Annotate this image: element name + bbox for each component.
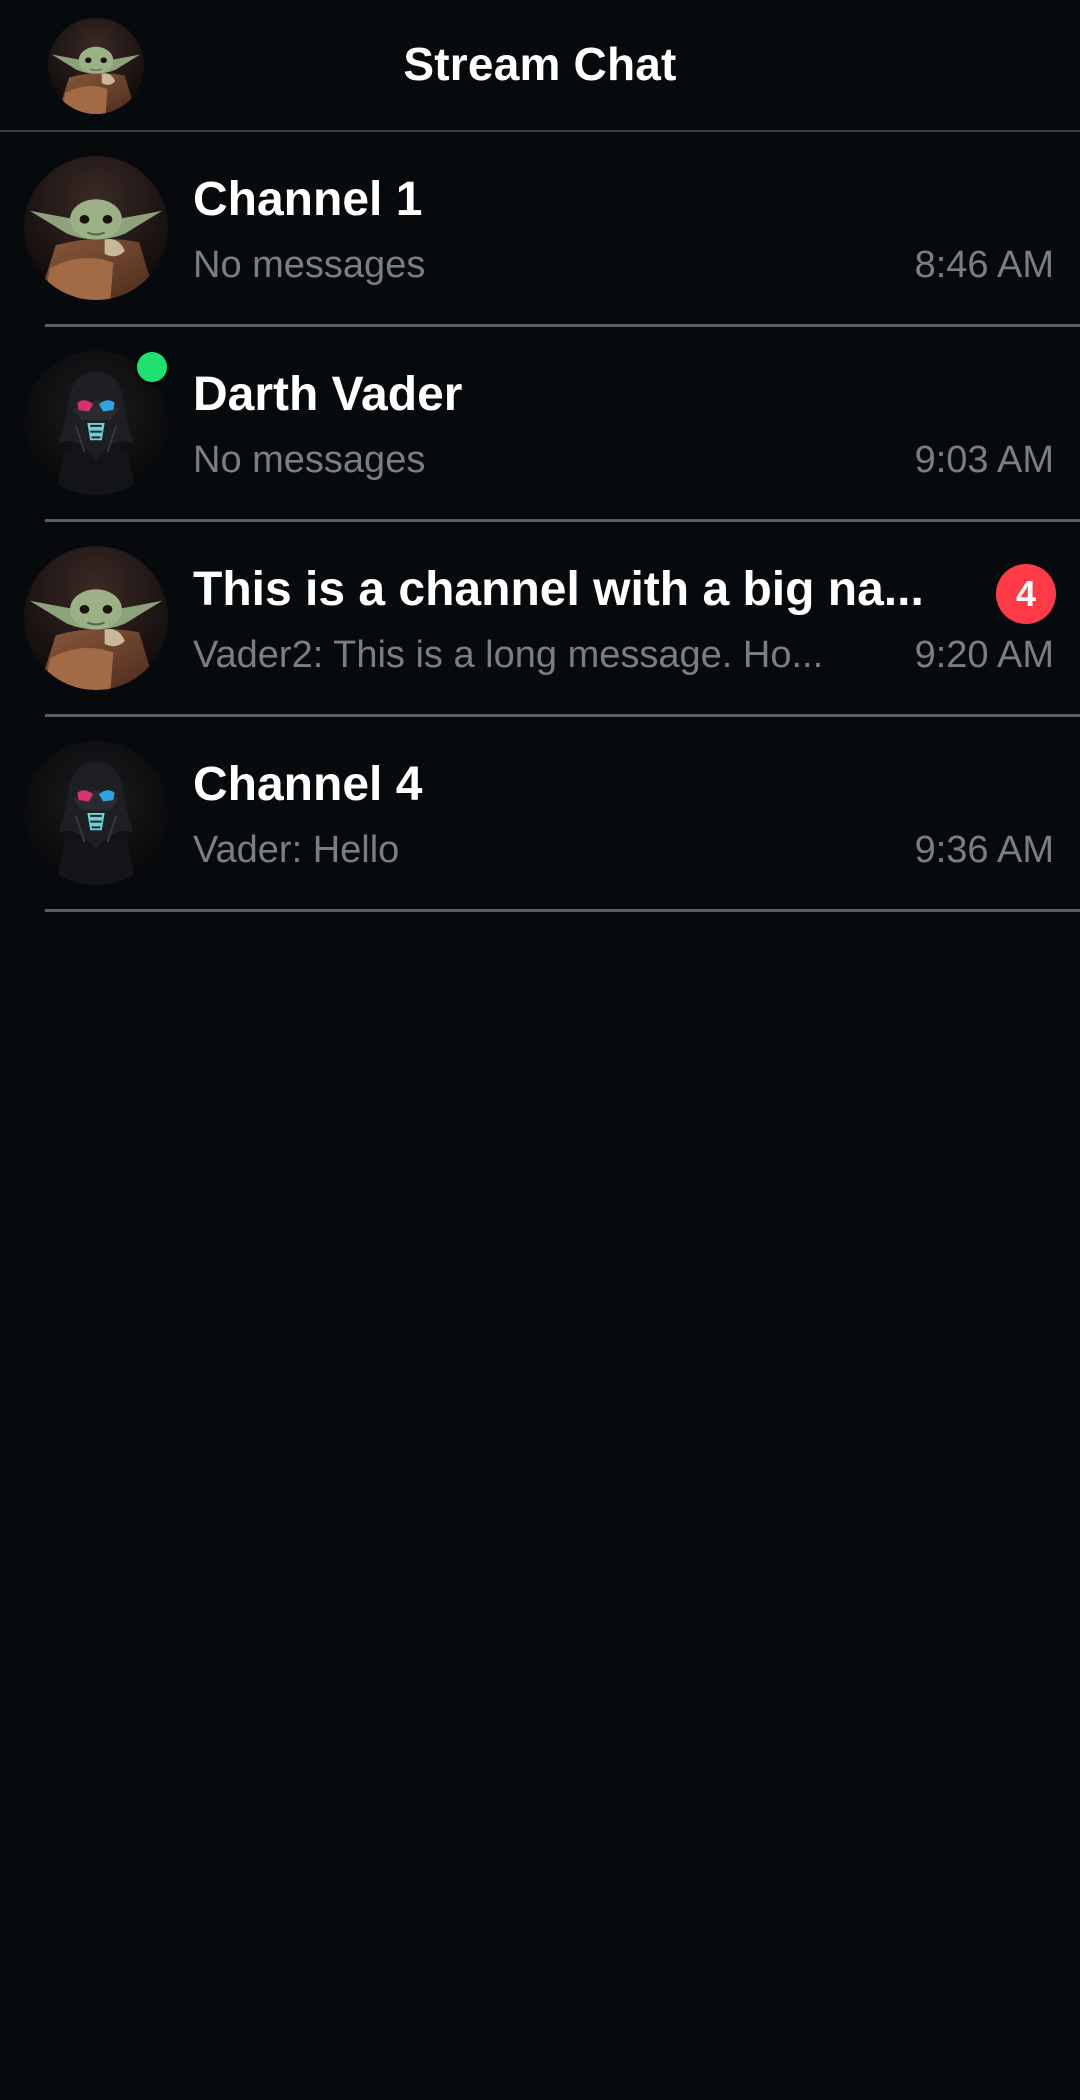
last-message-preview: Vader: Hello <box>193 829 400 871</box>
channel-name: This is a channel with a big na... <box>193 563 924 616</box>
baby-yoda-avatar-icon <box>24 546 168 690</box>
channel-row[interactable]: Darth Vader No messages 9:03 AM <box>0 327 1080 522</box>
darth-vader-avatar-icon <box>24 741 168 885</box>
last-message-time: 9:03 AM <box>914 439 1054 481</box>
channel-row[interactable]: Channel 4 Vader: Hello 9:36 AM <box>0 717 1080 912</box>
last-message-preview: Vader2: This is a long message. Ho... <box>193 634 824 676</box>
channel-avatar <box>24 156 168 300</box>
channel-row[interactable]: Channel 1 No messages 8:46 AM <box>0 132 1080 327</box>
channel-name: Channel 4 <box>193 758 423 811</box>
channel-name: Darth Vader <box>193 368 463 421</box>
channel-name: Channel 1 <box>193 173 423 226</box>
online-indicator-icon <box>134 349 170 385</box>
last-message-time: 9:36 AM <box>914 829 1054 871</box>
last-message-time: 9:20 AM <box>914 634 1054 676</box>
last-message-preview: No messages <box>193 244 426 286</box>
last-message-time: 8:46 AM <box>914 244 1054 286</box>
baby-yoda-avatar-icon <box>24 156 168 300</box>
channel-list: Channel 1 No messages 8:46 AM Darth Vade… <box>0 132 1080 912</box>
channel-avatar <box>24 741 168 885</box>
channel-avatar <box>24 546 168 690</box>
page-title: Stream Chat <box>403 38 677 90</box>
channel-row[interactable]: This is a channel with a big na... 4 Vad… <box>0 522 1080 717</box>
divider <box>45 909 1080 912</box>
last-message-preview: No messages <box>193 439 426 481</box>
app-header: Stream Chat <box>0 0 1080 132</box>
unread-count-badge: 4 <box>996 564 1056 624</box>
